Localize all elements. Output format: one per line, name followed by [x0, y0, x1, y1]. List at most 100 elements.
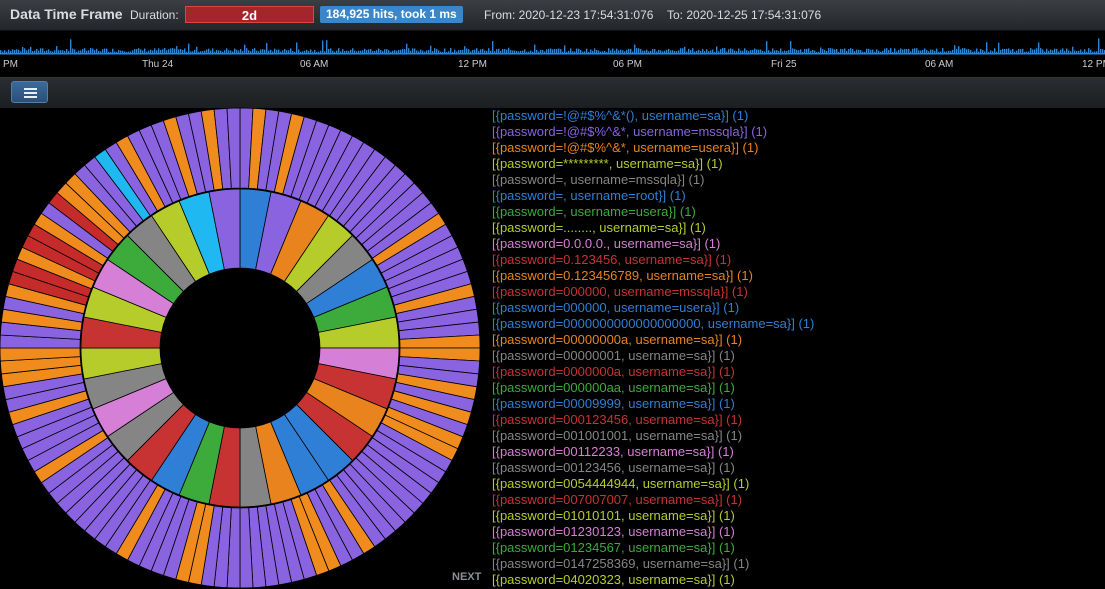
timeline-bar [908, 48, 910, 53]
timeline-bar [706, 49, 708, 53]
duration-label: Duration: [130, 8, 179, 22]
timeline-bar [1028, 51, 1030, 53]
timeline-bar [234, 48, 236, 53]
timeline-bar [890, 48, 892, 53]
timeline-bar [1098, 38, 1100, 53]
legend-item[interactable]: [{password=!@#$%^&*, username=mssqla}] (… [492, 124, 814, 140]
timeline-bar [436, 49, 438, 53]
timeline-bar [58, 50, 60, 53]
legend-item[interactable]: [{password=00000000a, username=sa}] (1) [492, 332, 814, 348]
legend-item[interactable]: [{password=00000001, username=sa}] (1) [492, 348, 814, 364]
timeline-bar [438, 50, 440, 53]
legend-item[interactable]: [{password=000123456, username=sa}] (1) [492, 412, 814, 428]
legend-item[interactable]: [{password=, username=mssqla}] (1) [492, 172, 814, 188]
timeline-bar [542, 50, 544, 53]
legend-item[interactable]: [{password=0000000000000000000, username… [492, 316, 814, 332]
timeline-bar [780, 48, 782, 53]
legend-item[interactable]: [{password=007007007, username=sa}] (1) [492, 492, 814, 508]
timeline-bar [274, 48, 276, 53]
legend-item[interactable]: [{password=!@#$%^&*(), username=sa}] (1) [492, 108, 814, 124]
timeline-bar [268, 50, 270, 53]
timeline-bar [284, 48, 286, 53]
from-timestamp: From: 2020-12-23 17:54:31:076 [484, 8, 654, 22]
timeline-bar [1026, 51, 1028, 53]
timeline-bar [216, 50, 218, 53]
legend-item[interactable]: [{password=01010101, username=sa}] (1) [492, 508, 814, 524]
timeline-bar [594, 48, 596, 53]
timeline-bar [752, 49, 754, 53]
timeline-bar [644, 50, 646, 53]
legend-item[interactable]: [{password=01234567, username=sa}] (1) [492, 540, 814, 556]
timeline-bar [4, 50, 6, 53]
timeline-bar [814, 50, 816, 53]
legend-item[interactable]: [{password=*********, username=sa}] (1) [492, 156, 814, 172]
timeline-bar [538, 51, 540, 53]
timeline-bar [800, 49, 802, 53]
legend-item[interactable]: [{password=01230123, username=sa}] (1) [492, 524, 814, 540]
legend-item[interactable]: [{password=0.123456789, username=sa}] (1… [492, 268, 814, 284]
timeline-bar [634, 44, 636, 53]
timeline-bar [14, 50, 16, 53]
timeline-bar [582, 51, 584, 53]
timeline-bar [526, 51, 528, 53]
timeline-bar [528, 51, 530, 53]
legend-item[interactable]: [{password=, username=root}] (1) [492, 188, 814, 204]
legend-item[interactable]: [{password=000000aa, username=sa}] (1) [492, 380, 814, 396]
timeline-bar [596, 49, 598, 53]
timeline-bar [402, 48, 404, 53]
duration-input[interactable]: 2d [185, 6, 314, 23]
timeline-bar [810, 51, 812, 53]
legend-item[interactable]: [{password=04020323, username=sa}] (1) [492, 572, 814, 588]
donut-inner-ring[interactable] [80, 188, 400, 508]
timeline-bar [932, 49, 934, 53]
legend-item[interactable]: [{password=00009999, username=sa}] (1) [492, 396, 814, 412]
timeline-bar [6, 51, 8, 53]
timeline-bar [640, 48, 642, 53]
timeline-bar [626, 49, 628, 53]
legend-item[interactable]: [{password=001001001, username=sa}] (1) [492, 428, 814, 444]
timeline-bar [638, 48, 640, 53]
next-button[interactable]: NEXT [452, 571, 481, 583]
legend-item[interactable]: [{password=........, username=sa}] (1) [492, 220, 814, 236]
legend-item[interactable]: [{password=0.0.0.0., username=sa}] (1) [492, 236, 814, 252]
legend-item[interactable]: [{password=00112233, username=sa}] (1) [492, 444, 814, 460]
timeline-bar [586, 48, 588, 53]
legend-item[interactable]: [{password=000000, username=usera}] (1) [492, 300, 814, 316]
timeline-bar [278, 49, 280, 53]
timeline-bar [1016, 50, 1018, 53]
timeline-bar [682, 48, 684, 53]
timeline-bar [1004, 48, 1006, 53]
timeline-bar [94, 50, 96, 53]
hamburger-menu-icon[interactable] [11, 81, 48, 103]
timeline-bar [802, 51, 804, 53]
timeline-bar [1050, 49, 1052, 53]
timeline-bar [104, 48, 106, 53]
legend-item[interactable]: [{password=000000, username=mssqla}] (1) [492, 284, 814, 300]
legend-item[interactable]: [{password=, username=usera}] (1) [492, 204, 814, 220]
timeline-bar [498, 48, 500, 53]
timeline-bar [1090, 49, 1092, 53]
legend-item[interactable]: [{password=0000000a, username=sa}] (1) [492, 364, 814, 380]
legend-item[interactable]: [{password=0054444944, username=sa}] (1) [492, 476, 814, 492]
timeline-bar [592, 50, 594, 53]
timeline-bar [226, 48, 228, 53]
timeline-bar [102, 49, 104, 53]
legend-item[interactable]: [{password=0.123456, username=sa}] (1) [492, 252, 814, 268]
legend-item[interactable]: [{password=!@#$%^&*, username=usera}] (1… [492, 140, 814, 156]
donut-chart[interactable] [0, 107, 490, 589]
timeline-bar [612, 48, 614, 53]
timeline-bar [676, 51, 678, 53]
timeline-bar [994, 48, 996, 53]
timeline-bar [364, 48, 366, 53]
timeline-bar [522, 50, 524, 53]
legend-item[interactable]: [{password=0147258369, username=sa}] (1) [492, 556, 814, 572]
donut-outer-ring[interactable] [0, 107, 481, 589]
timeline-bar [700, 50, 702, 53]
timeline-bar [130, 51, 132, 53]
timeline-histogram[interactable]: PM Thu 24 06 AM 12 PM 06 PM Fri 25 06 AM… [0, 31, 1105, 75]
timeline-bar [502, 48, 504, 53]
legend-item[interactable]: [{password=00123456, username=sa}] (1) [492, 460, 814, 476]
timeline-bar [728, 49, 730, 53]
timeline-bar [974, 51, 976, 53]
timeline-bar [158, 48, 160, 53]
